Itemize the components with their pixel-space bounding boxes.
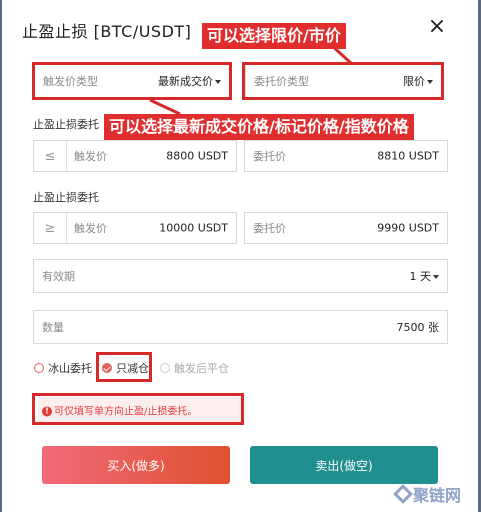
watermark-text: 聚链网: [412, 486, 461, 505]
quantity-label: 数量: [42, 321, 64, 334]
stop-loss-trigger-input[interactable]: ≥ 触发价 10000 USDT: [33, 212, 237, 244]
trigger-type-arrow: [149, 98, 181, 116]
logo-icon: [393, 484, 413, 504]
stop-loss-section-label: 止盈止损委托: [33, 191, 99, 204]
reduce-only-highlight: [96, 352, 152, 382]
close-after-trigger-option[interactable]: 触发后平仓: [160, 360, 229, 376]
iceberg-option-label: 冰山委托: [48, 362, 92, 375]
quantity-value: 7500 张: [396, 321, 440, 334]
order-type-callout: 可以选择限价/市价: [202, 23, 346, 49]
less-equal-icon: ≤: [34, 141, 67, 171]
stop-loss-order-input[interactable]: 委托价 9990 USDT: [244, 212, 448, 244]
quantity-input[interactable]: 数量 7500 张: [33, 310, 448, 344]
buy-long-button[interactable]: 买入(做多): [42, 446, 230, 484]
order-price-value: 9990 USDT: [377, 221, 439, 235]
greater-equal-icon: ≥: [34, 213, 67, 243]
radio-icon: [160, 363, 170, 373]
trigger-price-label: 触发价: [74, 150, 107, 163]
trigger-price-value: 8800 USDT: [166, 149, 228, 163]
trigger-price-value: 10000 USDT: [159, 221, 228, 235]
validity-label: 有效期: [42, 270, 75, 283]
validity-value: 1 天: [410, 268, 439, 284]
validity-select[interactable]: 有效期 1 天: [33, 259, 448, 293]
order-price-value: 8810 USDT: [377, 149, 439, 163]
close-icon[interactable]: ×: [424, 14, 450, 40]
left-edge: [0, 0, 2, 512]
trigger-price-label: 触发价: [74, 222, 107, 235]
take-profit-trigger-input[interactable]: ≤ 触发价 8800 USDT: [33, 140, 237, 172]
sell-short-button[interactable]: 卖出(做空): [250, 446, 438, 484]
order-type-highlight: [242, 62, 444, 100]
watermark: 聚链网: [393, 482, 461, 506]
chevron-down-icon: [433, 275, 439, 279]
dialog-title: 止盈止损 [BTC/USDT]: [22, 22, 192, 41]
take-profit-section-label: 止盈止损委托: [33, 118, 99, 131]
close-after-trigger-option-label: 触发后平仓: [174, 362, 229, 375]
order-price-label: 委托价: [253, 150, 286, 163]
notice-highlight: [32, 393, 244, 425]
iceberg-option[interactable]: 冰山委托: [34, 360, 92, 376]
take-profit-order-input[interactable]: 委托价 8810 USDT: [244, 140, 448, 172]
radio-icon: [34, 363, 44, 373]
trigger-type-highlight: [32, 62, 232, 100]
order-price-label: 委托价: [253, 222, 286, 235]
trigger-type-callout: 可以选择最新成交价格/标记价格/指数价格: [104, 114, 414, 140]
